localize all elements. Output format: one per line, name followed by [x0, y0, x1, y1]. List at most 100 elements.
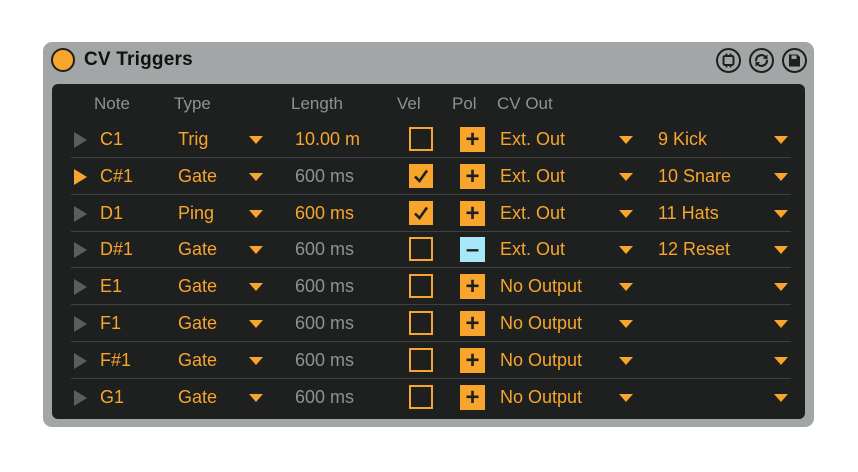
velocity-checkbox[interactable] — [409, 274, 433, 299]
play-indicator-icon[interactable] — [74, 132, 87, 148]
cv-output-dropdown-icon[interactable] — [619, 320, 633, 328]
trigger-row: E1 Gate 600 ms + No Output — [52, 268, 805, 306]
trigger-type-value[interactable]: Gate — [178, 387, 217, 408]
device-title-bar[interactable]: CV Triggers — [43, 42, 814, 80]
trigger-type-dropdown-icon[interactable] — [249, 393, 263, 402]
play-indicator-icon[interactable] — [74, 205, 87, 222]
output-channel-value[interactable]: 9 Kick — [658, 129, 707, 150]
trigger-row: C#1 Gate 600 ms + Ext. Out 10 Snare — [52, 158, 805, 195]
note-value[interactable]: D#1 — [100, 239, 133, 260]
cv-output-value[interactable]: No Output — [500, 276, 582, 297]
note-value[interactable]: C#1 — [100, 166, 133, 187]
column-header-cv-out: CV Out — [497, 94, 553, 113]
trigger-row: D1 Ping 600 ms + Ext. Out 11 Hats — [52, 195, 805, 232]
column-header-polarity: Pol — [452, 94, 477, 113]
hardware-icon[interactable] — [716, 48, 741, 73]
trigger-type-value[interactable]: Trig — [178, 129, 208, 150]
length-value[interactable]: 600 ms — [295, 203, 354, 224]
cv-output-value[interactable]: Ext. Out — [500, 239, 565, 260]
cv-output-value[interactable]: Ext. Out — [500, 129, 565, 150]
note-value[interactable]: E1 — [100, 276, 122, 297]
play-indicator-icon[interactable] — [74, 352, 87, 369]
polarity-toggle[interactable]: + — [460, 163, 485, 189]
cv-output-dropdown-icon[interactable] — [619, 283, 633, 292]
trigger-type-dropdown-icon[interactable] — [249, 246, 263, 255]
trigger-type-dropdown-icon[interactable] — [249, 356, 263, 365]
cv-output-dropdown-icon[interactable] — [619, 172, 633, 181]
output-channel-dropdown-icon[interactable] — [774, 172, 788, 181]
length-value[interactable]: 600 ms — [295, 313, 354, 334]
velocity-checkbox[interactable] — [409, 237, 433, 262]
cv-output-dropdown-icon[interactable] — [619, 136, 633, 144]
power-toggle-icon[interactable] — [51, 48, 75, 72]
velocity-checkbox[interactable] — [409, 200, 433, 225]
output-channel-dropdown-icon[interactable] — [774, 136, 788, 144]
trigger-row: F1 Gate 600 ms + No Output — [52, 305, 805, 342]
trigger-row: D#1 Gate 600 ms – Ext. Out 12 Reset — [52, 231, 805, 269]
trigger-type-dropdown-icon[interactable] — [249, 209, 263, 218]
cv-output-dropdown-icon[interactable] — [619, 209, 633, 218]
output-channel-dropdown-icon[interactable] — [774, 246, 788, 255]
velocity-checkbox[interactable] — [409, 127, 433, 151]
note-value[interactable]: G1 — [100, 387, 124, 408]
refresh-icon[interactable] — [749, 48, 774, 73]
output-channel-value[interactable]: 11 Hats — [658, 203, 719, 224]
cv-output-value[interactable]: No Output — [500, 387, 582, 408]
trigger-row: C1 Trig 10.00 m + Ext. Out 9 Kick — [52, 121, 805, 158]
column-header-note: Note — [94, 94, 130, 113]
column-header-velocity: Vel — [397, 94, 421, 113]
cv-output-value[interactable]: No Output — [500, 313, 582, 334]
trigger-type-dropdown-icon[interactable] — [249, 172, 263, 181]
trigger-type-dropdown-icon[interactable] — [249, 283, 263, 292]
length-value[interactable]: 600 ms — [295, 239, 354, 260]
note-value[interactable]: C1 — [100, 129, 123, 150]
output-channel-dropdown-icon[interactable] — [774, 393, 788, 402]
length-value[interactable]: 600 ms — [295, 166, 354, 187]
output-channel-value[interactable]: 10 Snare — [658, 166, 731, 187]
length-value[interactable]: 600 ms — [295, 387, 354, 408]
polarity-toggle[interactable]: + — [460, 384, 485, 410]
output-channel-dropdown-icon[interactable] — [774, 209, 788, 218]
trigger-type-dropdown-icon[interactable] — [249, 320, 263, 328]
cv-output-dropdown-icon[interactable] — [619, 246, 633, 255]
play-indicator-icon[interactable] — [74, 279, 87, 296]
velocity-checkbox[interactable] — [409, 384, 433, 409]
cv-output-value[interactable]: Ext. Out — [500, 203, 565, 224]
cv-output-value[interactable]: Ext. Out — [500, 166, 565, 187]
length-value[interactable]: 10.00 m — [295, 129, 360, 150]
velocity-checkbox[interactable] — [409, 163, 433, 188]
polarity-toggle[interactable]: + — [460, 347, 485, 373]
trigger-type-value[interactable]: Gate — [178, 350, 217, 371]
trigger-type-value[interactable]: Gate — [178, 239, 217, 260]
trigger-type-dropdown-icon[interactable] — [249, 136, 263, 144]
cv-output-dropdown-icon[interactable] — [619, 356, 633, 365]
length-value[interactable]: 600 ms — [295, 350, 354, 371]
polarity-toggle[interactable]: + — [460, 274, 485, 300]
cv-output-dropdown-icon[interactable] — [619, 393, 633, 402]
trigger-type-value[interactable]: Gate — [178, 166, 217, 187]
polarity-toggle[interactable]: + — [460, 127, 485, 152]
cv-output-value[interactable]: No Output — [500, 350, 582, 371]
output-channel-dropdown-icon[interactable] — [774, 283, 788, 292]
cv-triggers-device: CV Triggers Note Type Length Vel Pol CV … — [43, 42, 814, 427]
play-indicator-icon[interactable] — [74, 242, 87, 259]
velocity-checkbox[interactable] — [409, 347, 433, 372]
output-channel-value[interactable]: 12 Reset — [658, 239, 730, 260]
polarity-toggle[interactable]: + — [460, 200, 485, 226]
note-value[interactable]: F#1 — [100, 350, 131, 371]
output-channel-dropdown-icon[interactable] — [774, 320, 788, 328]
polarity-toggle[interactable]: – — [460, 237, 485, 263]
length-value[interactable]: 600 ms — [295, 276, 354, 297]
polarity-toggle[interactable]: + — [460, 311, 485, 336]
play-indicator-icon[interactable] — [74, 316, 87, 332]
trigger-type-value[interactable]: Ping — [178, 203, 214, 224]
trigger-type-value[interactable]: Gate — [178, 313, 217, 334]
output-channel-dropdown-icon[interactable] — [774, 356, 788, 365]
play-indicator-icon[interactable] — [74, 389, 87, 406]
trigger-type-value[interactable]: Gate — [178, 276, 217, 297]
note-value[interactable]: D1 — [100, 203, 123, 224]
velocity-checkbox[interactable] — [409, 311, 433, 335]
note-value[interactable]: F1 — [100, 313, 121, 334]
save-icon[interactable] — [782, 48, 807, 73]
play-indicator-icon[interactable] — [74, 168, 87, 185]
